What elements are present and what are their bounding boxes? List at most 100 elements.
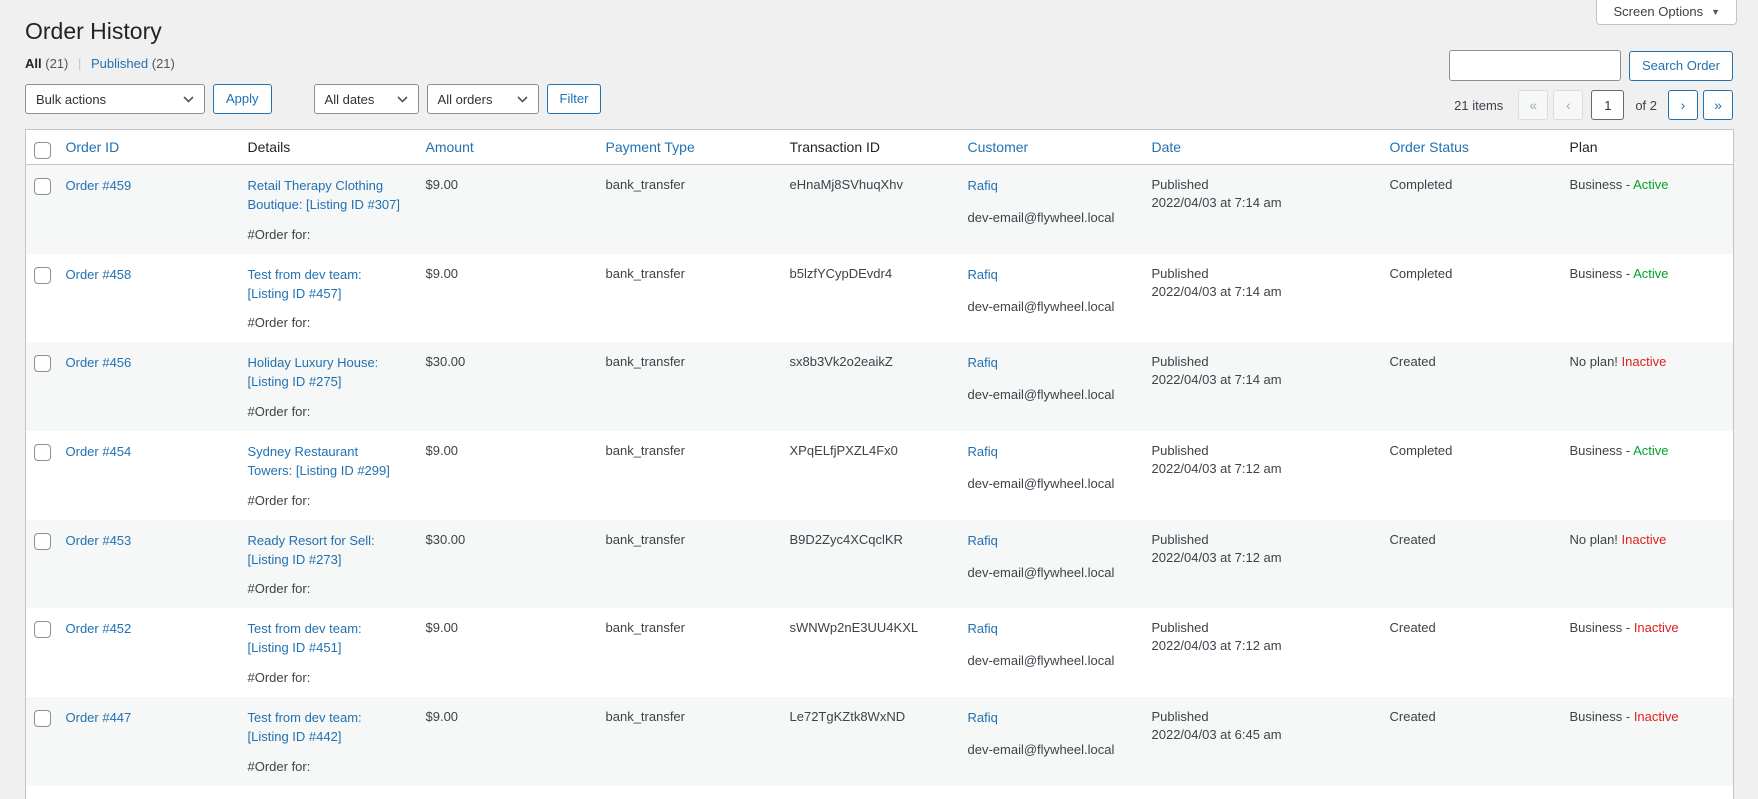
customer-email: dev-email@flywheel.local <box>968 476 1132 491</box>
plan-name: No plan! <box>1570 532 1622 547</box>
partial-next-row <box>26 786 1734 799</box>
table-row: Order #453 Ready Resort for Sell: [Listi… <box>26 520 1734 609</box>
details-link[interactable]: Test from dev team: [Listing ID #457] <box>248 266 406 304</box>
order-status-value: Completed <box>1380 165 1560 254</box>
table-row: Order #454 Sydney Restaurant Towers: [Li… <box>26 431 1734 520</box>
column-header-order-status[interactable]: Order Status <box>1390 139 1469 155</box>
order-for-note: #Order for: <box>248 315 406 330</box>
order-id-link[interactable]: Order #459 <box>66 178 132 193</box>
view-published-link[interactable]: Published <box>91 56 148 71</box>
customer-email: dev-email@flywheel.local <box>968 387 1132 402</box>
next-page-button[interactable]: › <box>1668 90 1698 120</box>
view-all-count: (21) <box>45 56 68 71</box>
column-header-date[interactable]: Date <box>1152 139 1182 155</box>
search-input[interactable] <box>1449 50 1621 81</box>
customer-link[interactable]: Rafiq <box>968 533 998 548</box>
order-status-value: Created <box>1380 520 1560 609</box>
customer-link[interactable]: Rafiq <box>968 621 998 636</box>
order-status-value: Created <box>1380 608 1560 697</box>
orders-filter-select[interactable]: All orders <box>427 84 539 114</box>
plan-name: Business - <box>1570 177 1634 192</box>
row-checkbox[interactable] <box>34 178 51 195</box>
amount-value: $30.00 <box>416 520 596 609</box>
chevron-down-icon <box>183 96 194 103</box>
order-for-note: #Order for: <box>248 227 406 242</box>
amount-value: $9.00 <box>416 165 596 254</box>
order-id-link[interactable]: Order #447 <box>66 710 132 725</box>
details-link[interactable]: Holiday Luxury House: [Listing ID #275] <box>248 354 406 392</box>
view-all-link[interactable]: All <box>25 56 42 71</box>
items-count: 21 items <box>1454 98 1503 113</box>
chevron-down-icon: ▼ <box>1711 7 1720 17</box>
row-checkbox[interactable] <box>34 444 51 461</box>
amount-value: $9.00 <box>416 431 596 520</box>
select-all-checkbox[interactable] <box>34 142 51 159</box>
customer-email: dev-email@flywheel.local <box>968 565 1132 580</box>
order-id-link[interactable]: Order #456 <box>66 355 132 370</box>
details-link[interactable]: Ready Resort for Sell: [Listing ID #273] <box>248 532 406 570</box>
order-id-link[interactable]: Order #458 <box>66 267 132 282</box>
pagination: 21 items « ‹ of 2 › » <box>1454 90 1733 120</box>
details-link[interactable]: Retail Therapy Clothing Boutique: [Listi… <box>248 177 406 215</box>
publish-status: Published <box>1152 620 1370 635</box>
apply-button[interactable]: Apply <box>213 84 272 114</box>
order-status-value: Created <box>1380 342 1560 431</box>
column-header-transaction-id: Transaction ID <box>780 130 958 165</box>
customer-link[interactable]: Rafiq <box>968 267 998 282</box>
chevron-down-icon <box>517 96 528 103</box>
prev-page-button: ‹ <box>1553 90 1583 120</box>
table-row: Order #459 Retail Therapy Clothing Bouti… <box>26 165 1734 254</box>
dates-filter-select[interactable]: All dates <box>314 84 419 114</box>
plan-name: Business - <box>1570 443 1634 458</box>
column-header-payment-type[interactable]: Payment Type <box>606 139 695 155</box>
search-order-button[interactable]: Search Order <box>1629 51 1733 81</box>
total-pages-label: of 2 <box>1635 98 1657 113</box>
publish-date: 2022/04/03 at 6:45 am <box>1152 727 1370 742</box>
row-checkbox[interactable] <box>34 621 51 638</box>
payment-type-value: bank_transfer <box>596 431 780 520</box>
order-for-note: #Order for: <box>248 759 406 774</box>
plan-status-badge: Inactive <box>1622 532 1667 547</box>
customer-link[interactable]: Rafiq <box>968 178 998 193</box>
row-checkbox[interactable] <box>34 355 51 372</box>
last-page-button[interactable]: » <box>1703 90 1733 120</box>
first-page-button: « <box>1518 90 1548 120</box>
details-link[interactable]: Test from dev team: [Listing ID #451] <box>248 620 406 658</box>
order-id-link[interactable]: Order #454 <box>66 444 132 459</box>
customer-link[interactable]: Rafiq <box>968 444 998 459</box>
details-link[interactable]: Test from dev team: [Listing ID #442] <box>248 709 406 747</box>
transaction-id-value: b5lzfYCypDEvdr4 <box>780 254 958 343</box>
view-separator: | <box>78 56 81 71</box>
order-status-value: Completed <box>1380 431 1560 520</box>
screen-options-button[interactable]: Screen Options ▼ <box>1596 0 1737 25</box>
amount-value: $9.00 <box>416 608 596 697</box>
plan-status-badge: Active <box>1633 177 1668 192</box>
publish-date: 2022/04/03 at 7:14 am <box>1152 372 1370 387</box>
publish-date: 2022/04/03 at 7:12 am <box>1152 550 1370 565</box>
column-header-amount[interactable]: Amount <box>426 139 474 155</box>
payment-type-value: bank_transfer <box>596 254 780 343</box>
order-id-link[interactable]: Order #452 <box>66 621 132 636</box>
row-checkbox[interactable] <box>34 267 51 284</box>
customer-email: dev-email@flywheel.local <box>968 742 1132 757</box>
row-checkbox[interactable] <box>34 533 51 550</box>
customer-email: dev-email@flywheel.local <box>968 210 1132 225</box>
payment-type-value: bank_transfer <box>596 697 780 786</box>
bulk-actions-select[interactable]: Bulk actions <box>25 84 205 114</box>
details-link[interactable]: Sydney Restaurant Towers: [Listing ID #2… <box>248 443 406 481</box>
current-page-input[interactable] <box>1591 90 1624 120</box>
transaction-id-value: sx8b3Vk2o2eaikZ <box>780 342 958 431</box>
column-header-customer[interactable]: Customer <box>968 139 1029 155</box>
transaction-id-value: sWNWp2nE3UU4KXL <box>780 608 958 697</box>
column-header-order-id[interactable]: Order ID <box>66 139 120 155</box>
order-id-link[interactable]: Order #453 <box>66 533 132 548</box>
order-for-note: #Order for: <box>248 581 406 596</box>
publish-status: Published <box>1152 177 1370 192</box>
filter-button[interactable]: Filter <box>547 84 602 114</box>
orders-table: Order ID Details Amount Payment Type Tra… <box>25 129 1734 799</box>
row-checkbox[interactable] <box>34 710 51 727</box>
customer-email: dev-email@flywheel.local <box>968 653 1132 668</box>
customer-link[interactable]: Rafiq <box>968 710 998 725</box>
customer-link[interactable]: Rafiq <box>968 355 998 370</box>
column-header-plan: Plan <box>1560 130 1734 165</box>
